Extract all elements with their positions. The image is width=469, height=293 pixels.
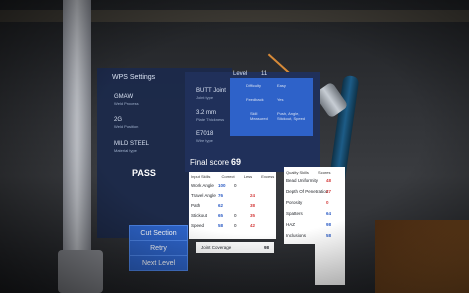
next-level-button[interactable]: Next Level <box>129 255 188 271</box>
skill-measured-value: Push, Angle, Stickout, Speed <box>277 111 306 121</box>
correct-header: Correct <box>221 174 235 179</box>
skill-measured-label: Skill Measured <box>250 111 268 121</box>
input-skill-cell: Travel Angle <box>191 193 216 198</box>
input-skill-row: Path 62 38 <box>191 203 266 208</box>
input-skill-row: Speed 58 0 42 <box>191 223 266 228</box>
quality-skill-score: 27 <box>326 189 332 194</box>
quality-skills-header: Quality Skills <box>286 170 309 175</box>
joint-type: BUTT Joint <box>196 88 226 94</box>
pipe-clamp <box>58 250 103 293</box>
plate-thickness-caption: Plate Thickness <box>196 117 225 122</box>
quality-skill-name: Depth Of Penetration <box>286 189 329 194</box>
input-skill-cell: 35 <box>250 213 256 218</box>
feedback-value: Yes <box>277 97 284 102</box>
quality-skill-row: Spatters 64 <box>286 211 331 216</box>
quality-skill-name: Porosity <box>286 200 303 205</box>
quality-skill-name: Bead Uniformity <box>286 178 319 183</box>
input-skill-cell: Speed <box>191 223 205 228</box>
excess-header: Excess <box>261 174 275 179</box>
input-skill-cell: 0 <box>234 213 237 218</box>
material-type: MILD STEEL <box>114 141 150 147</box>
quality-skill-row: Inclusions 58 <box>286 233 331 238</box>
input-skill-row: Work Angle 100 0 <box>191 183 266 188</box>
input-skill-cell: 38 <box>250 203 256 208</box>
final-score-label: Final score <box>190 158 230 167</box>
weld-position: 2G <box>114 117 123 123</box>
quality-skill-row: Bead Uniformity 48 <box>286 178 331 183</box>
quality-skill-score: 98 <box>326 222 332 227</box>
quality-skill-name: Inclusions <box>286 233 307 238</box>
joint-coverage-value: 98 <box>264 245 270 250</box>
input-skill-cell: 0 <box>234 223 237 228</box>
material-type-caption: Material type <box>114 148 137 153</box>
feedback-label: Feedback <box>246 97 264 102</box>
quality-skill-score: 64 <box>326 211 332 216</box>
level-value: 11 <box>261 71 268 77</box>
input-skill-cell: 24 <box>250 193 256 198</box>
quality-skill-score: 58 <box>326 233 332 238</box>
input-skill-cell: 100 <box>218 183 226 188</box>
quality-skill-row: Depth Of Penetration27 <box>286 189 331 194</box>
input-skill-cell: 62 <box>218 203 224 208</box>
joint-coverage-label: Joint Coverage <box>201 245 232 250</box>
weld-process: GMAW <box>114 94 134 100</box>
joint-type-caption: Joint type <box>196 95 214 100</box>
quality-skill-score: 0 <box>326 200 329 205</box>
input-table-head: Input Skills Correct Less Excess <box>191 174 274 179</box>
cut-section-button[interactable]: Cut Section <box>129 225 188 241</box>
vr-welding-scene: WPS Settings Level 11 GMAW Weld Process … <box>0 0 469 293</box>
difficulty-label: Difficulty <box>246 83 262 88</box>
electrode: E7018 <box>196 131 214 137</box>
electrode-caption: Wire type <box>196 138 213 143</box>
level-options-box <box>230 78 313 136</box>
input-skill-cell: Stickout <box>191 213 208 218</box>
input-skill-cell: 0 <box>234 183 237 188</box>
quality-skill-row: Porosity 0 <box>286 200 329 205</box>
input-skill-cell: 42 <box>250 223 256 228</box>
quality-skill-score: 48 <box>326 178 332 183</box>
input-skill-row: Travel Angle 76 24 <box>191 193 266 198</box>
less-header: Less <box>243 174 253 179</box>
level-label: Level <box>233 71 248 77</box>
orange-equipment <box>375 220 469 293</box>
quality-skill-row: HAZ 98 <box>286 222 331 227</box>
input-skill-cell: 76 <box>218 193 224 198</box>
quality-skill-name: HAZ <box>286 222 295 227</box>
wps-title: WPS Settings <box>112 74 156 81</box>
retry-button[interactable]: Retry <box>129 240 188 256</box>
quality-table-head: Quality Skills Scores <box>286 170 330 175</box>
scores-header: Scores <box>318 170 331 175</box>
input-skill-cell: Work Angle <box>191 183 214 188</box>
input-skills-header: Input Skills <box>191 174 211 179</box>
weld-process-caption: Weld Process <box>114 101 139 106</box>
weld-position-caption: Weld Position <box>114 124 139 129</box>
quality-skill-name: Spatters <box>286 211 303 216</box>
pass-status: PASS <box>132 168 156 178</box>
final-score-value: 69 <box>231 157 242 167</box>
input-skill-row: Stickout 65 0 35 <box>191 213 266 218</box>
input-skill-cell: 58 <box>218 223 224 228</box>
plate-thickness: 3.2 mm <box>196 110 217 116</box>
input-skill-cell: Path <box>191 203 201 208</box>
joint-coverage-extra <box>315 243 345 285</box>
difficulty-value: Easy <box>277 83 286 88</box>
input-skill-cell: 65 <box>218 213 224 218</box>
